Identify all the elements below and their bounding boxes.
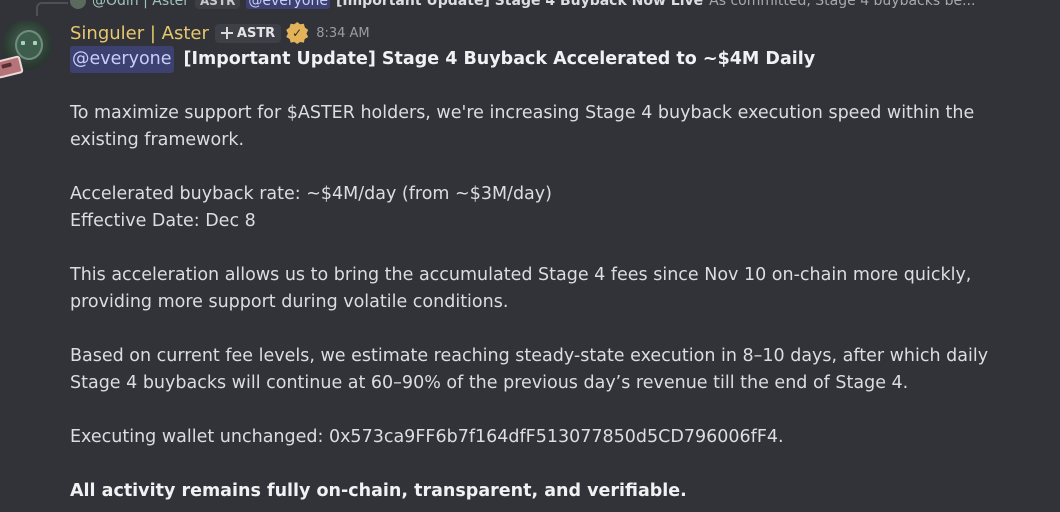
- closing-statement: All activity remains fully on-chain, tra…: [70, 481, 687, 501]
- four-point-star-icon: [220, 27, 233, 39]
- avatar-eye: [21, 41, 25, 45]
- author-name[interactable]: Singuler | Aster: [70, 23, 209, 44]
- paragraph-acceleration: This acceleration allows us to bring the…: [70, 265, 972, 312]
- reply-tag-label: ASTR: [200, 0, 236, 8]
- message-content: @everyone [Important Update] Stage 4 Buy…: [70, 46, 1030, 505]
- message-headline-line: @everyone [Important Update] Stage 4 Buy…: [70, 46, 1030, 73]
- reply-connector: [36, 2, 68, 16]
- reply-server-tag[interactable]: ASTR: [195, 0, 241, 9]
- server-tag-label: ASTR: [236, 25, 276, 41]
- reply-author[interactable]: @Odin | Aster: [92, 0, 189, 9]
- message-header: Singuler | Aster ASTR ✓ 8:34 AM: [70, 20, 370, 46]
- reply-avatar[interactable]: [70, 0, 86, 9]
- wallet-line: Executing wallet unchanged: 0x573ca9FF6b…: [70, 427, 784, 447]
- message-view: @Odin | Aster ASTR @everyone [Important …: [0, 0, 1060, 512]
- paragraph-intro: To maximize support for $ASTER holders, …: [70, 103, 975, 150]
- effective-date-line: Effective Date: Dec 8: [70, 211, 256, 231]
- reply-mention[interactable]: @everyone: [246, 0, 330, 9]
- verified-badge-icon[interactable]: ✓: [286, 22, 309, 44]
- timestamp[interactable]: 8:34 AM: [316, 26, 369, 41]
- message-headline: [Important Update] Stage 4 Buyback Accel…: [183, 49, 816, 69]
- reply-snippet[interactable]: As committed, Stage 4 buybacks be...: [709, 0, 975, 9]
- avatar-decoration-icon: [0, 55, 24, 79]
- buyback-rate-line: Accelerated buyback rate: ~$4M/day (from…: [70, 184, 552, 204]
- server-tag[interactable]: ASTR: [214, 23, 282, 43]
- paragraph-estimate: Based on current fee levels, we estimate…: [70, 346, 989, 393]
- avatar-eye: [33, 41, 37, 45]
- everyone-mention[interactable]: @everyone: [70, 46, 174, 73]
- reply-reference[interactable]: @Odin | Aster ASTR @everyone [Important …: [70, 0, 1060, 11]
- reply-title[interactable]: [Important Update] Stage 4 Buyback Now L…: [336, 0, 703, 9]
